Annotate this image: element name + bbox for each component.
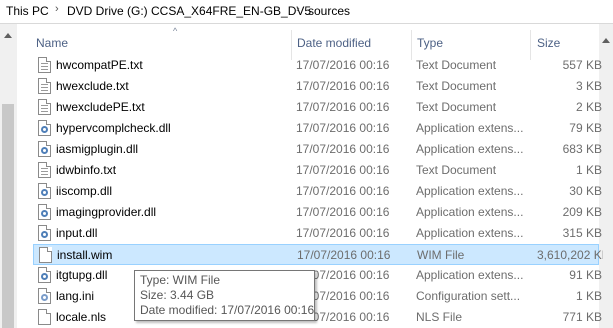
file-type: NLS File (416, 310, 463, 324)
file-date: 17/07/2016 00:16 (297, 248, 391, 262)
file-date: 17/07/2016 00:16 (296, 205, 390, 219)
file-type: Text Document (416, 100, 497, 114)
dll-file-icon (38, 225, 51, 241)
file-size: 1 KB (575, 289, 602, 303)
file-name: iiscomp.dll (56, 184, 113, 198)
file-size: 771 KB (562, 310, 602, 324)
file-row[interactable]: idwbinfo.txt 17/07/2016 00:16 Text Docum… (33, 160, 602, 181)
breadcrumb: This PC › DVD Drive (G:) CCSA_X64FRE_EN-… (0, 0, 613, 24)
file-row[interactable]: hwexclude.txt 17/07/2016 00:16 Text Docu… (33, 76, 602, 97)
dll-file-icon (38, 183, 51, 199)
sort-ascending-icon: ^ (173, 26, 178, 36)
file-name: idwbinfo.txt (56, 163, 117, 177)
file-type: Application extens... (416, 184, 524, 198)
file-name: install.wim (57, 248, 113, 262)
column-header-type[interactable]: Type (417, 36, 443, 50)
file-row[interactable]: hypervcomplcheck.dll 17/07/2016 00:16 Ap… (33, 118, 602, 139)
file-date: 17/07/2016 00:16 (296, 226, 390, 240)
file-size: 30 KB (569, 184, 602, 198)
file-type: Application extens... (416, 268, 524, 282)
file-name: input.dll (56, 226, 98, 240)
dll-file-icon (38, 141, 51, 157)
file-date: 17/07/2016 00:16 (296, 142, 390, 156)
scroll-up-arrow-icon[interactable] (602, 38, 610, 43)
file-type: WIM File (417, 248, 465, 262)
ini-file-icon (38, 288, 51, 304)
file-size: 683 KB (562, 142, 602, 156)
file-date: 17/07/2016 00:16 (296, 121, 390, 135)
column-header-size[interactable]: Size (537, 36, 560, 50)
file-type: Configuration sett... (416, 289, 521, 303)
file-size: 3 KB (575, 79, 602, 93)
file-name: hwcompatPE.txt (56, 58, 143, 72)
text-file-icon (38, 99, 51, 115)
scroll-up-arrow-icon[interactable] (4, 33, 12, 38)
dll-file-icon (38, 267, 51, 283)
file-row[interactable]: imagingprovider.dll 17/07/2016 00:16 App… (33, 202, 602, 223)
file-row[interactable]: itgtupg.dll 17/07/2016 00:16 Application… (33, 265, 602, 286)
file-type: Application extens... (416, 205, 524, 219)
text-file-icon (38, 57, 51, 73)
file-type: Text Document (416, 79, 497, 93)
file-date: 17/07/2016 00:16 (296, 58, 390, 72)
file-size: 1 KB (575, 163, 602, 177)
file-row[interactable]: lang.ini 17/07/2016 00:16 Configuration … (33, 286, 602, 307)
scrollbar-thumb[interactable] (2, 104, 14, 328)
file-info-tooltip: Type: WIM File Size: 3.44 GB Date modifi… (134, 270, 315, 321)
file-row[interactable]: hwexcludePE.txt 17/07/2016 00:16 Text Do… (33, 97, 602, 118)
file-size: 3,610,202 KB (537, 248, 603, 262)
file-type: Application extens... (416, 121, 524, 135)
nls-file-icon (38, 309, 51, 325)
breadcrumb-separator-icon[interactable]: › (55, 3, 59, 15)
file-row[interactable]: hwcompatPE.txt 17/07/2016 00:16 Text Doc… (33, 55, 602, 76)
tooltip-size: Size: 3.44 GB (140, 288, 215, 302)
text-file-icon (38, 162, 51, 178)
file-size: 315 KB (562, 226, 602, 240)
file-row[interactable]: locale.nls 17/07/2016 00:16 NLS File 771… (33, 307, 602, 328)
file-name: hwexclude.txt (56, 79, 129, 93)
file-type: Application extens... (416, 226, 524, 240)
tooltip-type: Type: WIM File (140, 273, 221, 287)
breadcrumb-sources[interactable]: sources (308, 4, 350, 18)
file-type: Text Document (416, 163, 497, 177)
file-name: hypervcomplcheck.dll (56, 121, 171, 135)
file-row[interactable]: iiscomp.dll 17/07/2016 00:16 Application… (33, 181, 602, 202)
file-type: Text Document (416, 58, 497, 72)
tooltip-date-modified: Date modified: 17/07/2016 00:16 (140, 303, 315, 317)
file-date: 17/07/2016 00:16 (296, 79, 390, 93)
file-row[interactable]: input.dll 17/07/2016 00:16 Application e… (33, 223, 602, 244)
file-type: Application extens... (416, 142, 524, 156)
file-name: iasmigplugin.dll (56, 142, 139, 156)
file-name: imagingprovider.dll (56, 205, 157, 219)
wim-file-icon (39, 247, 52, 263)
text-file-icon (38, 78, 51, 94)
file-size: 79 KB (569, 121, 602, 135)
dll-file-icon (38, 120, 51, 136)
file-row[interactable]: iasmigplugin.dll 17/07/2016 00:16 Applic… (33, 139, 602, 160)
file-size: 2 KB (575, 100, 602, 114)
breadcrumb-dvd-drive[interactable]: DVD Drive (G:) CCSA_X64FRE_EN-GB_DV5 (67, 4, 311, 18)
column-header-date-modified[interactable]: Date modified (297, 36, 371, 50)
breadcrumb-this-pc[interactable]: This PC (6, 4, 49, 18)
file-size: 209 KB (562, 205, 602, 219)
file-size: 557 KB (562, 58, 602, 72)
file-date: 17/07/2016 00:16 (296, 163, 390, 177)
file-date: 17/07/2016 00:16 (296, 184, 390, 198)
file-row-selected[interactable]: install.wim 17/07/2016 00:16 WIM File 3,… (33, 244, 603, 265)
breadcrumb-separator-icon[interactable]: › (296, 3, 300, 15)
column-header-name[interactable]: Name (36, 36, 68, 50)
file-date: 17/07/2016 00:16 (296, 100, 390, 114)
file-name: hwexcludePE.txt (56, 100, 145, 114)
file-size: 91 KB (569, 268, 602, 282)
dll-file-icon (38, 204, 51, 220)
navigation-pane-scrollbar[interactable] (0, 24, 17, 328)
